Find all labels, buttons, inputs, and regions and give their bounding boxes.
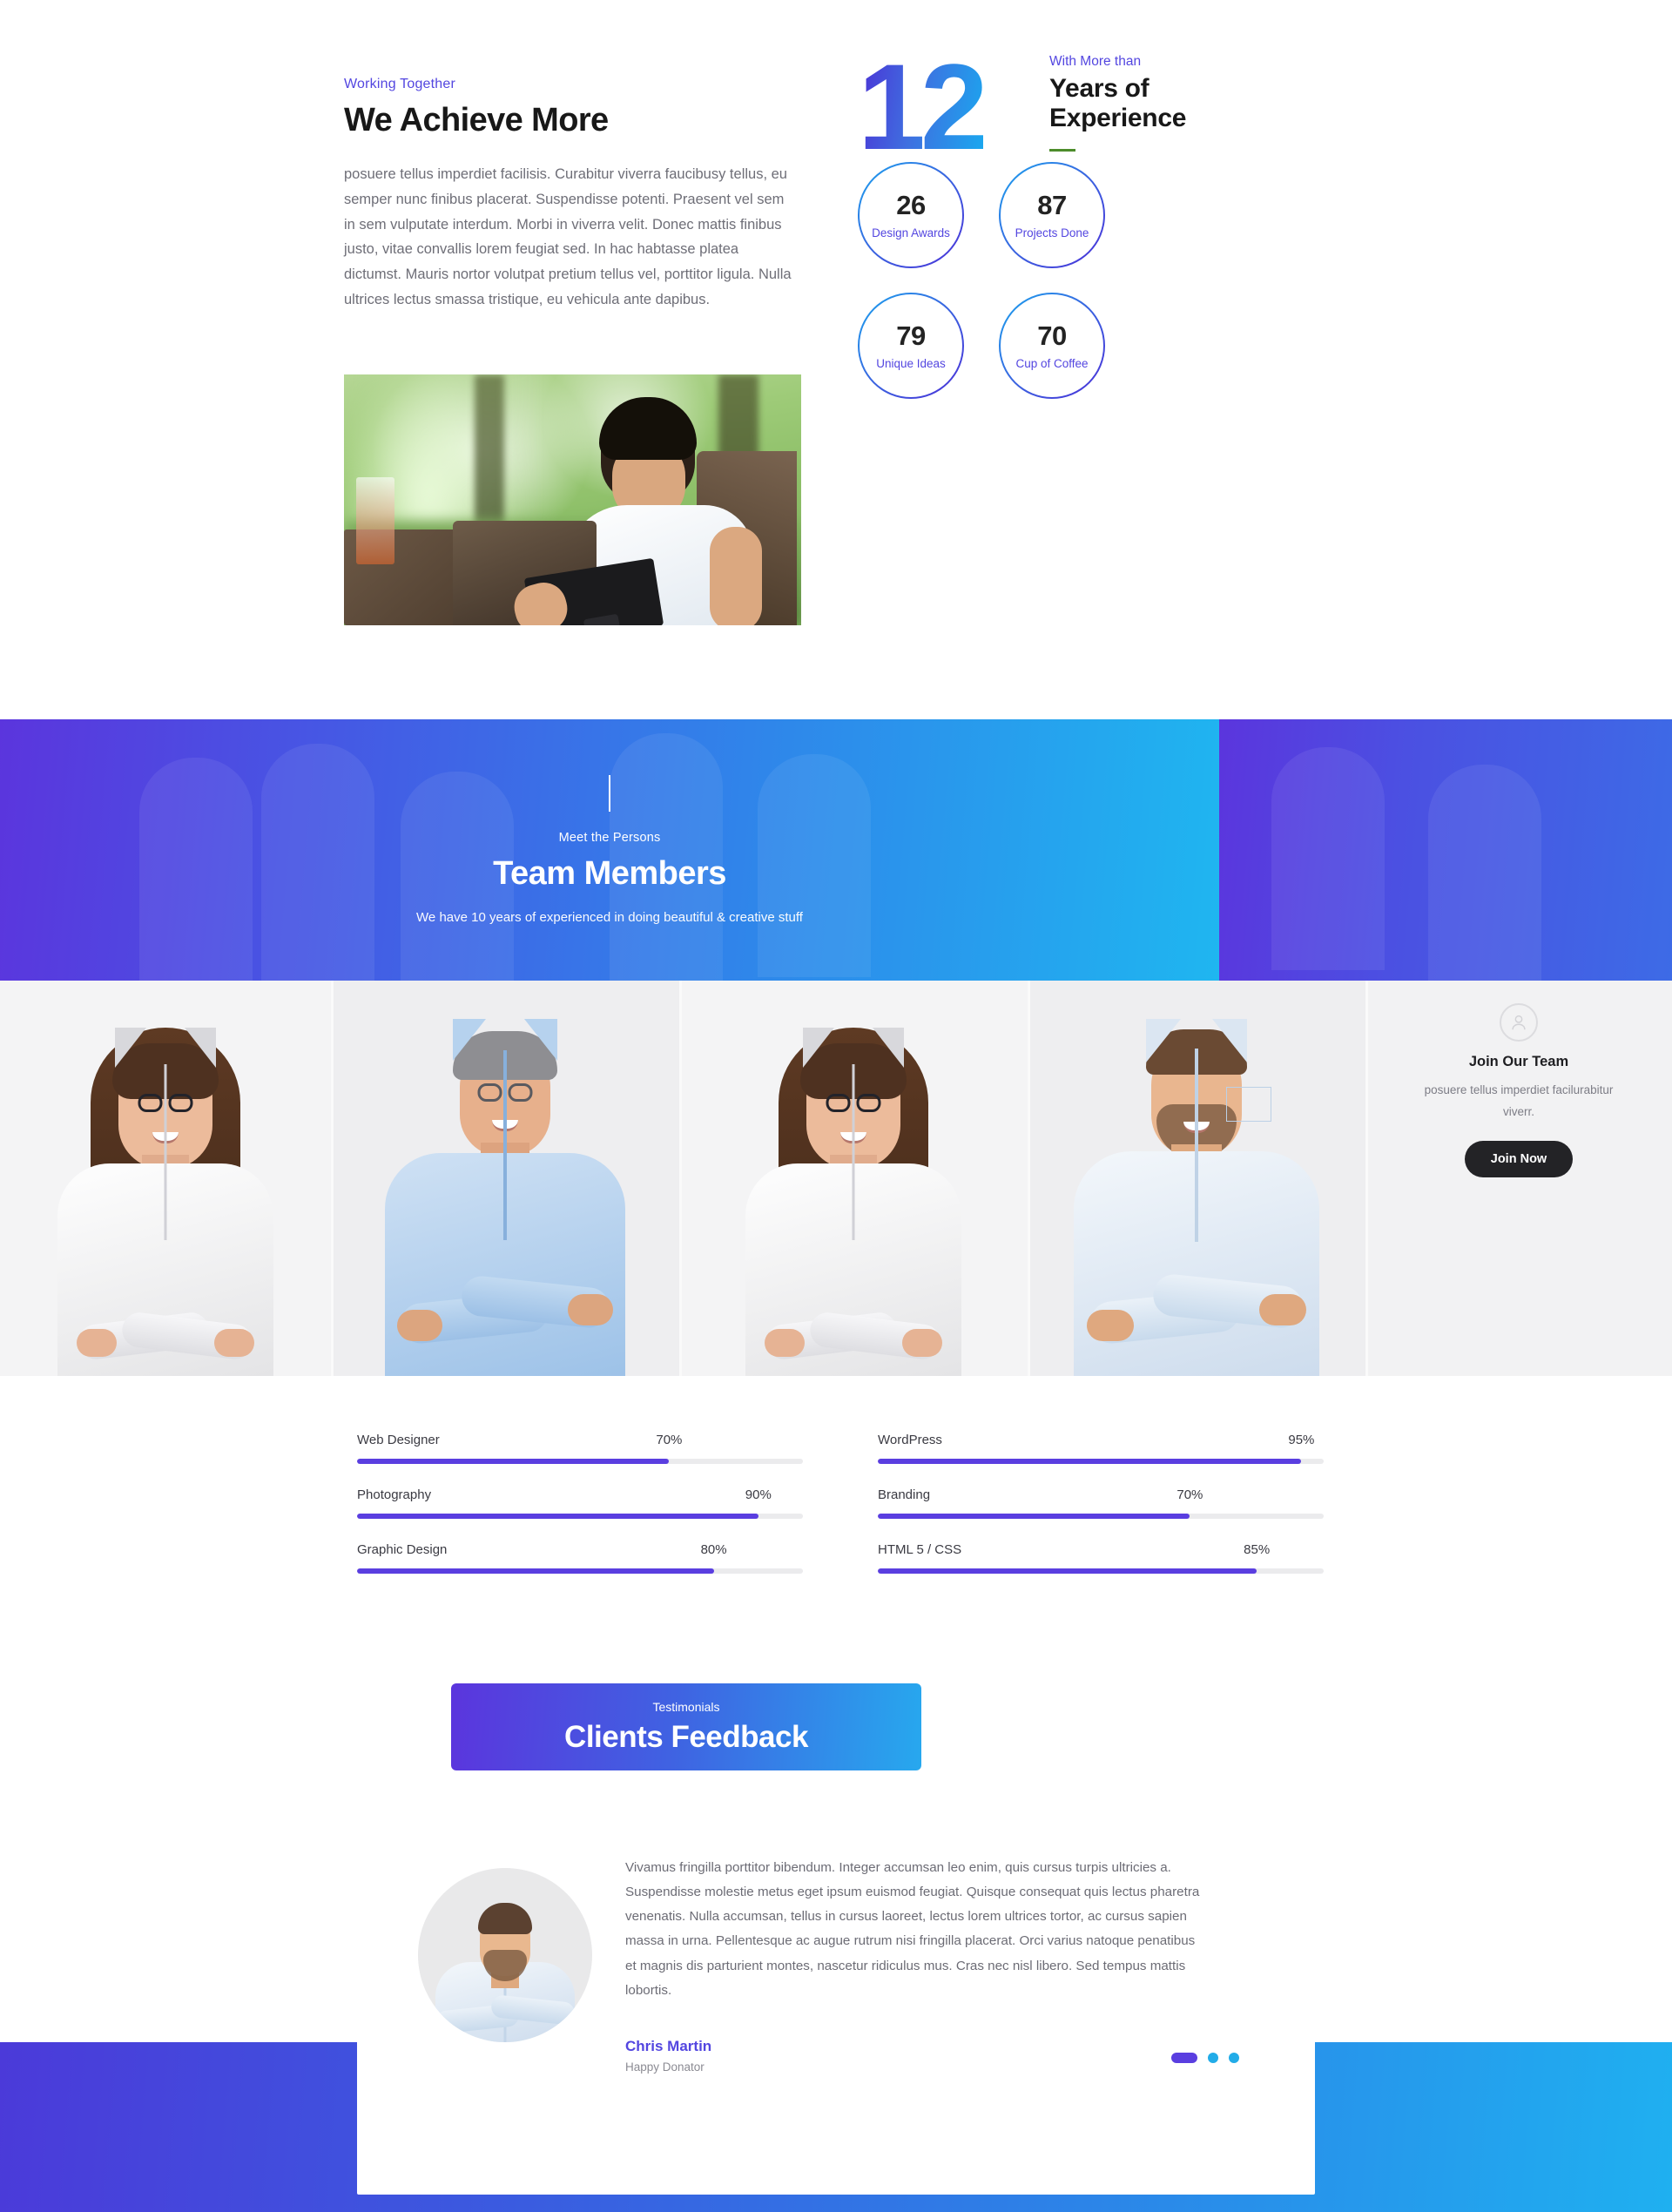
banner-tick-mark [609,775,610,812]
skill-percent: 85% [1244,1542,1271,1557]
team-member-card-1[interactable] [0,981,331,1376]
banner-subtitle: We have 10 years of experienced in doing… [416,910,803,925]
testimonial-author-role: Happy Donator [625,2060,705,2074]
banner-ghost-person [1271,747,1385,970]
skill-track [878,1568,1324,1574]
skill-track [357,1459,803,1464]
stat-label: Design Awards [872,226,950,239]
stat-label: Unique Ideas [876,356,946,370]
skills-section: Web Designer 70% WordPress 95% Photograp… [0,1376,1672,1637]
stat-circle-projects-done: 87 Projects Done [999,162,1105,268]
stat-circle-design-awards: 26 Design Awards [858,162,964,268]
skill-track [878,1459,1324,1464]
join-our-team-description: posuere tellus imperdiet facilurabitur v… [1424,1083,1614,1118]
skill-percent: 70% [656,1433,683,1447]
skills-grid: Web Designer 70% WordPress 95% Photograp… [357,1433,1324,1574]
skill-percent: 70% [1176,1487,1203,1502]
user-icon [1500,1003,1538,1042]
skill-track [357,1568,803,1574]
team-member-card-2[interactable] [331,981,679,1376]
skill-fill [878,1459,1302,1464]
skill-label: Branding [878,1487,931,1502]
join-our-team-panel: Join Our Team posuere tellus imperdiet f… [1365,981,1672,1376]
skill-wordpress: WordPress 95% [878,1433,1324,1464]
team-member-card-3[interactable] [679,981,1028,1376]
skill-fill [878,1568,1257,1574]
skill-graphic-design: Graphic Design 80% [357,1542,803,1574]
skill-percent: 95% [1288,1433,1315,1447]
banner-eyebrow: Meet the Persons [558,831,661,845]
stat-label: Projects Done [1015,226,1089,239]
banner-ghost-person [1428,765,1541,981]
stat-value: 79 [896,320,926,351]
join-our-team-title: Join Our Team [1468,1054,1569,1069]
skill-fill [357,1568,714,1574]
skill-track [357,1514,803,1519]
banner-content: Meet the Persons Team Members We have 10… [0,719,1219,981]
team-member-card-4[interactable] [1028,981,1365,1376]
skill-track [878,1514,1324,1519]
skill-label: Web Designer [357,1433,440,1447]
experience-underline-rule [1049,149,1075,152]
achieve-text-block: Working Together We Achieve More posuere… [344,77,797,313]
skill-fill [357,1514,758,1519]
team-banner-section: Meet the Persons Team Members We have 10… [0,719,1672,981]
experience-number: 12 [858,38,988,175]
team-members-section: Join Our Team posuere tellus imperdiet f… [0,981,1672,1376]
stat-label: Cup of Coffee [1015,356,1089,370]
skill-percent: 80% [700,1542,727,1557]
carousel-dot-1[interactable] [1171,2053,1197,2063]
testimonial-carousel-dots[interactable] [1171,2053,1239,2063]
chris-martin-avatar [418,1868,592,2042]
join-now-button[interactable]: Join Now [1464,1140,1574,1177]
testimonial-quote: Vivamus fringilla porttitor bibendum. In… [625,1860,1200,1998]
carousel-dot-3[interactable] [1229,2053,1239,2063]
skill-label: HTML 5 / CSS [878,1542,962,1557]
skill-branding: Branding 70% [878,1487,1324,1519]
stat-circle-cup-of-coffee: 70 Cup of Coffee [999,293,1105,399]
bearded-man-photo [1057,1019,1336,1376]
achieve-section: Working Together We Achieve More posuere… [0,0,1672,719]
experience-title-line-2: Experience [1049,104,1187,133]
skill-html5-css: HTML 5 / CSS 85% [878,1542,1324,1574]
achieve-eyebrow: Working Together [344,77,456,91]
stat-value: 70 [1037,320,1067,351]
skill-web-designer: Web Designer 70% [357,1433,803,1464]
experience-eyebrow: With More than [1049,54,1142,69]
testimonials-eyebrow: Testimonials [652,1699,720,1714]
man-with-tablet-photo [344,374,801,625]
skill-label: Photography [357,1487,432,1502]
woman-with-glasses-photo-2 [723,1028,984,1376]
clients-feedback-title: Clients Feedback [564,1719,808,1754]
skill-label: WordPress [878,1433,942,1447]
woman-with-glasses-photo-1 [35,1028,296,1376]
stat-circle-unique-ideas: 79 Unique Ideas [858,293,964,399]
grey-haired-man-photo [366,1019,644,1376]
banner-title: Team Members [493,855,726,892]
achieve-title: We Achieve More [344,102,609,138]
experience-title-line-1: Years of [1049,74,1150,103]
stat-value: 87 [1037,189,1067,220]
clients-feedback-header: Testimonials Clients Feedback [451,1683,921,1770]
skill-label: Graphic Design [357,1542,448,1557]
testimonial-author-name: Chris Martin [625,2038,712,2054]
carousel-dot-2[interactable] [1208,2053,1218,2063]
stat-value: 26 [896,189,926,220]
achieve-body-text: posuere tellus imperdiet facilisis. Cura… [344,165,792,308]
experience-label-group: With More than Years of Experience [1049,54,1186,152]
skill-photography: Photography 90% [357,1487,803,1519]
skill-fill [357,1459,670,1464]
skill-fill [878,1514,1190,1519]
skill-percent: 90% [745,1487,772,1502]
stat-circles-grid: 26 Design Awards 87 Projects Done 79 Uni… [858,162,1345,423]
